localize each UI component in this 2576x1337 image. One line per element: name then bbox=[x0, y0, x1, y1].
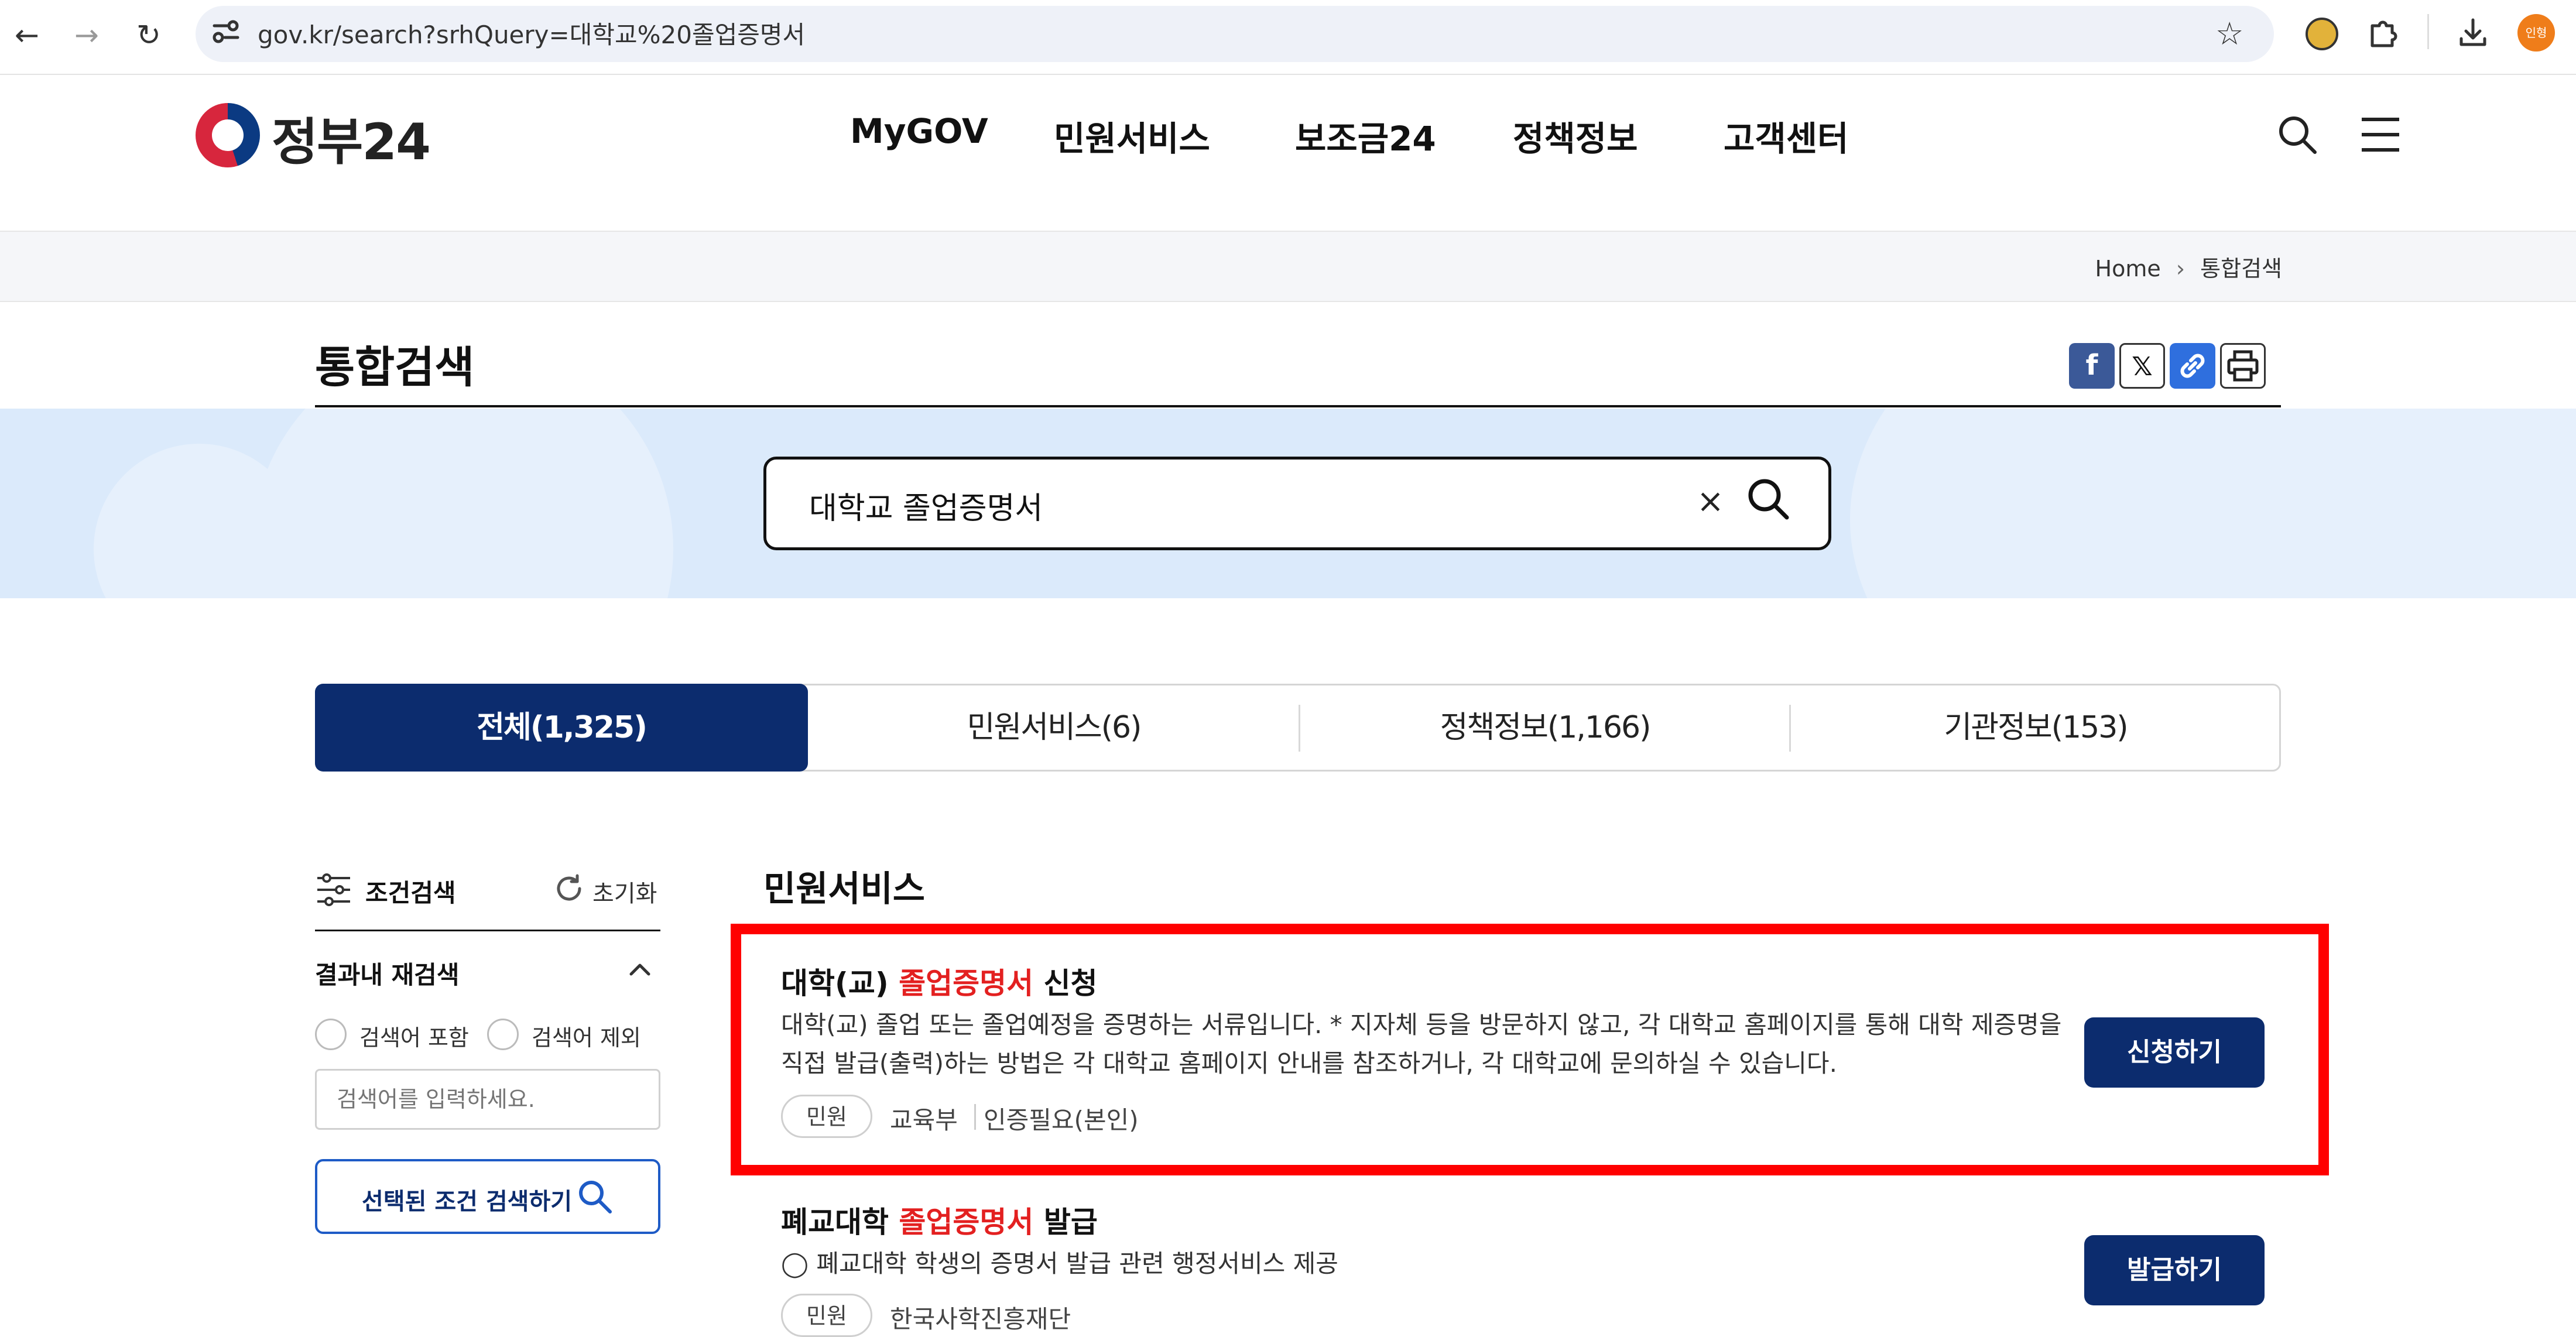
forward-arrow-icon[interactable]: → bbox=[68, 16, 105, 54]
hero-decoration bbox=[252, 409, 673, 598]
include-radio[interactable] bbox=[315, 1019, 347, 1050]
search-icon[interactable] bbox=[576, 1178, 614, 1215]
hero-decoration bbox=[1850, 409, 2576, 598]
reload-icon[interactable]: ↻ bbox=[130, 16, 167, 54]
page-title: 통합검색 bbox=[315, 342, 475, 393]
taegeuk-logo-icon[interactable] bbox=[196, 103, 260, 167]
url-text[interactable]: gov.kr/search?srhQuery=대학교%20졸업증명서 bbox=[258, 15, 805, 51]
nav-civil-service[interactable]: 민원서비스 bbox=[1054, 111, 1210, 160]
section-title: 민원서비스 bbox=[763, 869, 925, 910]
menu-hamburger-icon[interactable] bbox=[2359, 115, 2402, 155]
site-info-icon[interactable] bbox=[208, 14, 244, 49]
nav-customer-center[interactable]: 고객센터 bbox=[1724, 111, 1848, 160]
tab-all[interactable]: 전체(1,325) bbox=[315, 684, 808, 772]
result-type-tag: 민원 bbox=[781, 1294, 872, 1337]
download-icon[interactable] bbox=[2455, 15, 2491, 50]
reset-button[interactable]: 초기화 bbox=[592, 875, 657, 909]
facebook-share-icon[interactable]: f bbox=[2069, 343, 2115, 389]
tab-policy-info[interactable]: 정책정보(1,166) bbox=[1300, 684, 1790, 772]
nav-mygov[interactable]: MyGOV bbox=[850, 111, 988, 151]
extensions-puzzle-icon[interactable] bbox=[2365, 15, 2400, 50]
nav-subsidy24[interactable]: 보조금24 bbox=[1295, 111, 1436, 160]
reset-icon[interactable] bbox=[553, 872, 585, 905]
tab-civil-service[interactable]: 민원서비스(6) bbox=[808, 684, 1300, 772]
filter-sliders-icon bbox=[315, 872, 352, 907]
header-search-icon[interactable] bbox=[2275, 112, 2320, 157]
issue-button[interactable]: 발급하기 bbox=[2084, 1235, 2265, 1305]
result-title-post: 발급 bbox=[1033, 1205, 1098, 1239]
result-title[interactable]: 폐교대학 졸업증명서 발급 bbox=[781, 1199, 1098, 1241]
extension-badge-icon[interactable] bbox=[2306, 18, 2338, 50]
result-title-pre: 폐교대학 bbox=[781, 1205, 899, 1239]
research-input[interactable] bbox=[315, 1069, 660, 1130]
chevron-right-icon: › bbox=[2176, 256, 2186, 282]
back-arrow-icon[interactable]: ← bbox=[8, 16, 46, 54]
profile-avatar[interactable]: 인형 bbox=[2517, 14, 2555, 52]
breadcrumb: Home › 통합검색 bbox=[2095, 251, 2282, 283]
chevron-up-icon[interactable] bbox=[626, 958, 653, 981]
nav-policy-info[interactable]: 정책정보 bbox=[1513, 111, 1638, 160]
browser-toolbar: ← → ↻ gov.kr/search?srhQuery=대학교%20졸업증명서… bbox=[0, 0, 2576, 75]
x-share-icon[interactable]: 𝕏 bbox=[2119, 343, 2165, 389]
exclude-radio-label[interactable]: 검색어 제외 bbox=[532, 1020, 641, 1052]
include-radio-label[interactable]: 검색어 포함 bbox=[359, 1020, 469, 1052]
site-logo-text[interactable]: 정부24 bbox=[272, 101, 431, 174]
filter-label: 조건검색 bbox=[365, 879, 456, 907]
toolbar-divider bbox=[2427, 14, 2429, 49]
exclude-radio[interactable] bbox=[487, 1019, 519, 1050]
search-input[interactable]: 대학교 졸업증명서 bbox=[809, 484, 1043, 527]
result-title-highlight: 졸업증명서 bbox=[899, 1205, 1034, 1239]
breadcrumb-home[interactable]: Home bbox=[2095, 256, 2161, 282]
research-label: 결과내 재검색 bbox=[315, 961, 460, 989]
clear-search-icon[interactable]: × bbox=[1697, 482, 1724, 520]
search-submit-icon[interactable] bbox=[1745, 475, 1791, 522]
highlight-annotation-box bbox=[731, 924, 2329, 1175]
bookmark-star-icon[interactable]: ☆ bbox=[2215, 15, 2243, 52]
title-divider bbox=[315, 405, 2281, 407]
sidebar-divider bbox=[315, 930, 660, 931]
copy-link-icon[interactable] bbox=[2170, 343, 2215, 389]
result-description-line: ◯ 폐교대학 학생의 증명서 발급 관련 행정서비스 제공 bbox=[781, 1249, 1338, 1278]
print-icon[interactable] bbox=[2220, 343, 2266, 389]
breadcrumb-current: 통합검색 bbox=[2200, 256, 2282, 282]
conditional-search-label[interactable]: 선택된 조건 검색하기 bbox=[362, 1182, 572, 1216]
tab-agency-info[interactable]: 기관정보(153) bbox=[1790, 684, 2281, 772]
result-agency: 한국사학진흥재단 bbox=[890, 1305, 1071, 1333]
